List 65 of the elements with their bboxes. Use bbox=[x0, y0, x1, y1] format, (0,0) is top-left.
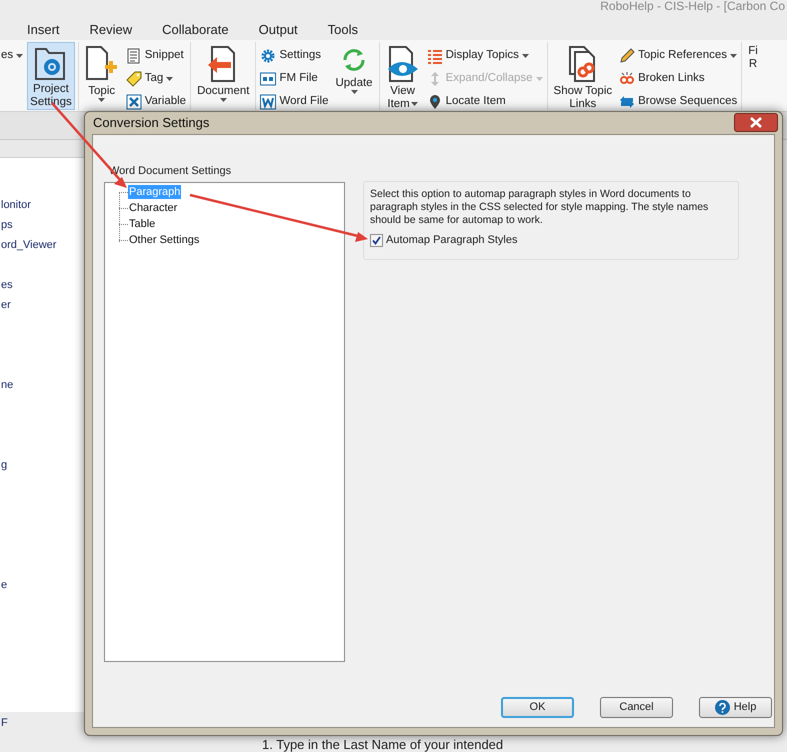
tree-item[interactable]: Table bbox=[128, 217, 156, 231]
ribbon-tab[interactable]: Collaborate bbox=[154, 18, 237, 42]
window-title: RoboHelp - CIS-Help - [Carbon Co bbox=[600, 0, 785, 13]
ribbon-tab[interactable]: Output bbox=[250, 18, 306, 42]
ribbon-button[interactable]: Topic bbox=[82, 42, 122, 110]
tree-item[interactable]: ord_Viewer bbox=[1, 238, 56, 252]
dialog-button[interactable]: OK bbox=[501, 697, 574, 718]
caret-icon bbox=[410, 102, 418, 106]
tree-item[interactable]: er bbox=[1, 298, 11, 312]
description-text: Select this option to automap paragraph styles in Word documents to paragraph styles in the CSS selected for style mapping. The style names should be same for automap to work. bbox=[370, 188, 710, 227]
ribbon-button[interactable]: Browse Sequences bbox=[618, 92, 738, 112]
tag-icon bbox=[126, 71, 142, 87]
close-icon bbox=[750, 116, 762, 128]
tree-item[interactable]: lonitor bbox=[1, 198, 31, 212]
ribbon-button[interactable]: Topic References bbox=[618, 46, 738, 66]
caret-icon bbox=[350, 90, 358, 94]
tree-item[interactable]: es bbox=[1, 278, 13, 292]
close-button[interactable] bbox=[734, 112, 778, 132]
tree-item[interactable]: e bbox=[1, 578, 8, 592]
broken-chain-icon bbox=[619, 71, 636, 87]
list-lines-icon bbox=[426, 48, 443, 64]
tree-item[interactable]: F bbox=[1, 716, 8, 730]
ribbon-button[interactable]: Tag bbox=[124, 69, 188, 89]
double-arrow-icon bbox=[619, 94, 636, 110]
ribbon-button[interactable]: Fi R bbox=[745, 42, 761, 110]
ribbon-button[interactable]: Display Topics bbox=[426, 46, 544, 66]
ribbon-button[interactable]: Update bbox=[332, 42, 376, 110]
tree-item[interactable]: Character bbox=[128, 201, 178, 215]
ribbon-button[interactable]: View Item bbox=[382, 42, 423, 110]
ribbon-tab[interactable]: Review bbox=[82, 18, 140, 42]
checkbox-label: Automap Paragraph Styles bbox=[386, 233, 518, 248]
caret-icon bbox=[730, 54, 737, 58]
tree-item[interactable]: ne bbox=[1, 378, 14, 392]
tree-item[interactable]: ps bbox=[1, 218, 13, 232]
tree-item[interactable]: g bbox=[1, 458, 8, 472]
page-plus-icon bbox=[84, 45, 119, 83]
folder-gear-icon bbox=[34, 45, 68, 81]
ribbon-button[interactable]: Show Topic Links bbox=[550, 42, 616, 110]
ribbon-button[interactable]: Settings bbox=[259, 46, 330, 66]
ribbon-button[interactable]: Broken Links bbox=[618, 69, 738, 89]
caret-icon bbox=[98, 98, 106, 102]
fm-file-icon bbox=[260, 71, 276, 87]
document-text: 1. Type in the Last Name of your intended bbox=[262, 737, 504, 752]
help-icon bbox=[714, 700, 730, 715]
ribbon-button[interactable]: Snippet bbox=[124, 46, 188, 66]
list-icon bbox=[126, 48, 142, 64]
caret-icon bbox=[522, 54, 529, 58]
tree-item[interactable]: Other Settings bbox=[128, 233, 200, 247]
dialog-button[interactable]: Help bbox=[699, 697, 772, 718]
ribbon-button[interactable]: Project Settings bbox=[27, 42, 75, 110]
caret-icon bbox=[536, 77, 543, 81]
page-eye-icon bbox=[386, 45, 420, 83]
caret-icon bbox=[220, 98, 227, 102]
pencil-icon bbox=[619, 48, 636, 64]
ribbon-tab[interactable]: Insert bbox=[19, 18, 68, 42]
checkbox[interactable] bbox=[370, 234, 383, 247]
gear-icon bbox=[260, 48, 276, 64]
dialog-title: Conversion Settings bbox=[93, 114, 210, 132]
caret-icon bbox=[166, 77, 174, 81]
ribbon-button[interactable]: es bbox=[0, 46, 24, 66]
dialog-button[interactable]: Cancel bbox=[600, 697, 673, 718]
caret-icon bbox=[16, 54, 24, 58]
ribbon-tab[interactable]: Tools bbox=[320, 18, 366, 42]
ribbon-button[interactable]: Document bbox=[194, 42, 252, 110]
ribbon-button[interactable]: FM File bbox=[259, 69, 330, 89]
